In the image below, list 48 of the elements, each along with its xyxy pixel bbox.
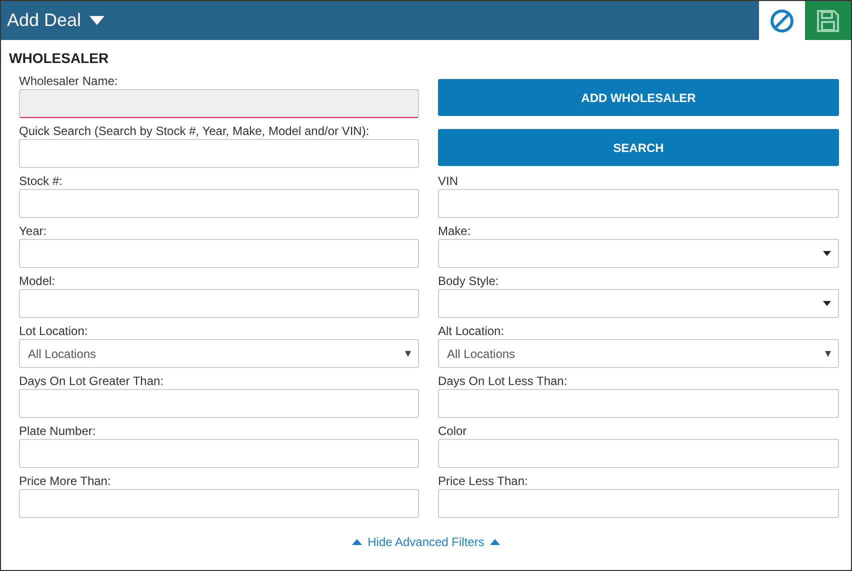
input-field[interactable] bbox=[19, 89, 419, 118]
field-label: Color bbox=[438, 423, 468, 439]
input-field[interactable] bbox=[438, 439, 839, 468]
save-icon bbox=[816, 8, 840, 32]
input-field[interactable] bbox=[438, 389, 839, 418]
page-title: Add Deal bbox=[7, 10, 82, 31]
field-label: Price Less Than: bbox=[438, 473, 529, 489]
section-title: WHOLESALER bbox=[9, 50, 110, 66]
input-field[interactable] bbox=[19, 439, 419, 468]
add-wholesaler-button[interactable]: ADD WHOLESALER bbox=[438, 79, 839, 116]
dropdown-field[interactable]: All Locations bbox=[19, 339, 419, 368]
field-label: Make: bbox=[438, 223, 472, 239]
field-label: Quick Search (Search by Stock #, Year, Make, Model and/or VIN): bbox=[19, 123, 370, 139]
input-field[interactable] bbox=[19, 389, 419, 418]
input-field[interactable] bbox=[438, 489, 839, 518]
field-label: Wholesaler Name: bbox=[19, 73, 119, 89]
input-field[interactable] bbox=[19, 239, 419, 268]
caret-icon bbox=[823, 301, 831, 306]
field-label: Body Style: bbox=[438, 273, 500, 289]
field-label: VIN bbox=[438, 173, 460, 189]
dropdown-field[interactable]: All Locations bbox=[438, 339, 839, 368]
field-label: Days On Lot Less Than: bbox=[438, 373, 568, 389]
hide-filters-link[interactable]: Hide Advanced Filters bbox=[352, 535, 500, 549]
field-label: Days On Lot Greater Than: bbox=[19, 373, 165, 389]
field-label: Price More Than: bbox=[19, 473, 112, 489]
dropdown-caret-icon bbox=[89, 16, 106, 25]
input-field[interactable] bbox=[19, 289, 419, 318]
input-field[interactable] bbox=[19, 139, 419, 168]
up-caret-icon bbox=[352, 539, 362, 545]
caret-icon bbox=[825, 350, 831, 356]
field-label: Year: bbox=[19, 223, 48, 239]
field-label: Lot Location: bbox=[19, 323, 89, 339]
search-button[interactable]: SEARCH bbox=[438, 129, 839, 166]
field-label: Model: bbox=[19, 273, 56, 289]
field-label: Plate Number: bbox=[19, 423, 97, 439]
input-field[interactable] bbox=[19, 489, 419, 518]
caret-icon bbox=[823, 251, 831, 256]
up-caret-icon bbox=[490, 539, 500, 545]
field-label: Alt Location: bbox=[438, 323, 506, 339]
caret-icon bbox=[405, 350, 411, 356]
field-label: Stock #: bbox=[19, 173, 64, 189]
select-field[interactable] bbox=[438, 289, 839, 318]
cancel-button[interactable] bbox=[759, 1, 805, 40]
input-field[interactable] bbox=[19, 189, 419, 218]
cancel-icon bbox=[770, 8, 794, 32]
input-field[interactable] bbox=[438, 189, 839, 218]
select-field[interactable] bbox=[438, 239, 839, 268]
save-button[interactable] bbox=[805, 1, 851, 40]
